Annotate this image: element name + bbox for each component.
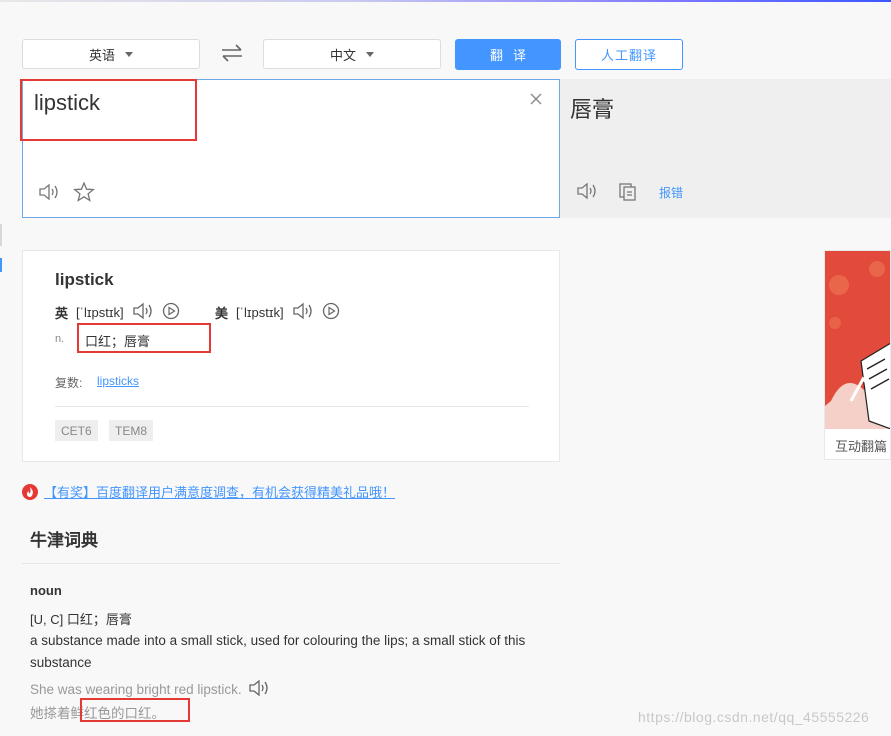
tag-cet6: CET6 — [55, 420, 98, 441]
uk-ipa: [ˈlɪpstɪk] — [76, 305, 124, 320]
swap-icon — [222, 44, 242, 62]
watermark: https://blog.csdn.net/qq_45555226 — [638, 709, 870, 725]
oxford-definition: a substance made into a small stick, use… — [30, 633, 526, 670]
divider — [55, 406, 529, 407]
report-error-link[interactable]: 报错 — [659, 184, 683, 201]
part-of-speech: n. — [55, 333, 65, 345]
survey-banner[interactable]: 【有奖】百度翻译用户满意度调查，有机会获得精美礼品哦！ — [22, 482, 395, 501]
divider — [22, 563, 560, 564]
us-label: 美 — [215, 306, 229, 321]
uk-label: 英 — [55, 306, 69, 321]
play-icon[interactable] — [322, 302, 340, 323]
chevron-down-icon — [366, 51, 374, 57]
side-tab-inactive[interactable] — [0, 224, 2, 246]
ad-card[interactable]: 互动翻篇 — [824, 250, 891, 460]
speaker-icon[interactable] — [292, 302, 314, 323]
speaker-icon[interactable] — [248, 679, 270, 700]
target-output-box: 唇膏 报错 — [560, 79, 891, 218]
chevron-down-icon — [125, 51, 133, 57]
source-input-box[interactable]: lipstick — [22, 79, 560, 218]
ad-caption: 互动翻篇 — [835, 439, 888, 454]
dict-meaning: 口红；唇膏 — [85, 334, 151, 349]
dictionary-card: lipstick 英 [ˈlɪpstɪk] 美 [ˈlɪpstɪk] n. 口红… — [22, 250, 560, 462]
oxford-example-cn: 她搽着鲜红色的口红。 — [30, 706, 165, 721]
plural-link[interactable]: lipsticks — [97, 374, 139, 388]
uk-pronunciation: 英 [ˈlɪpstɪk] — [55, 302, 180, 323]
source-language-label: 英语 — [88, 47, 115, 63]
oxford-pos: noun — [30, 583, 62, 598]
source-language-select[interactable]: 英语 — [22, 39, 200, 69]
ad-illustration — [825, 251, 890, 429]
speaker-icon[interactable] — [576, 182, 598, 205]
swap-languages-button[interactable] — [218, 40, 246, 66]
oxford-grammar: [U, C] 口红；唇膏 — [30, 612, 132, 627]
copy-icon[interactable] — [618, 182, 638, 207]
clear-icon[interactable] — [529, 92, 545, 108]
target-text: 唇膏 — [570, 97, 615, 122]
survey-link[interactable]: 【有奖】百度翻译用户满意度调查，有机会获得精美礼品哦！ — [44, 482, 395, 501]
top-gradient-line — [0, 0, 891, 2]
side-tab-active[interactable] — [0, 258, 2, 272]
target-language-label: 中文 — [329, 47, 356, 63]
speaker-icon[interactable] — [132, 302, 154, 323]
plural-label: 复数: — [55, 376, 83, 390]
dict-headword: lipstick — [55, 270, 114, 289]
target-language-select[interactable]: 中文 — [263, 39, 441, 69]
oxford-section-title: 牛津词典 — [30, 531, 98, 550]
tag-tem8: TEM8 — [109, 420, 154, 441]
human-translate-button[interactable]: 人工翻译 — [575, 39, 683, 70]
source-text[interactable]: lipstick — [34, 90, 100, 116]
oxford-example-en: She was wearing bright red lipstick. — [30, 682, 242, 697]
fire-icon — [22, 483, 38, 500]
us-ipa: [ˈlɪpstɪk] — [236, 305, 284, 320]
star-icon[interactable] — [73, 181, 95, 207]
oxford-example: She was wearing bright red lipstick. — [30, 679, 270, 700]
speaker-icon[interactable] — [38, 183, 60, 206]
translate-button[interactable]: 翻译 — [455, 39, 561, 70]
play-icon[interactable] — [162, 302, 180, 323]
us-pronunciation: 美 [ˈlɪpstɪk] — [215, 302, 340, 323]
